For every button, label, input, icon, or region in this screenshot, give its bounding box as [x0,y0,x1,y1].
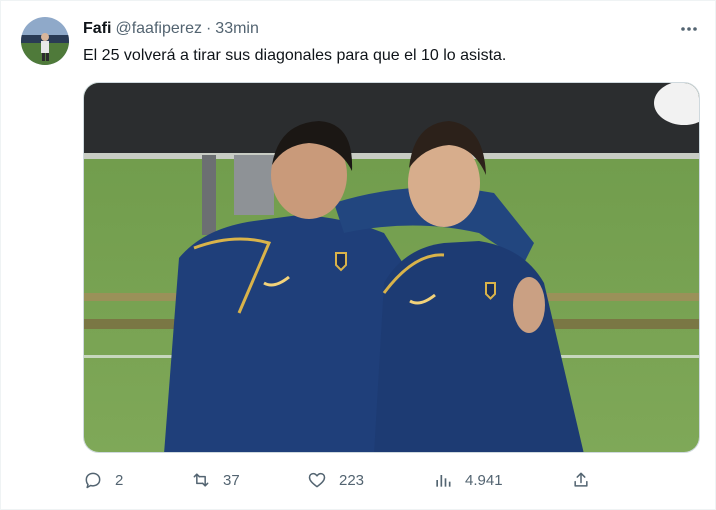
retweet-icon [193,473,209,487]
like-button[interactable]: 223 [307,467,364,493]
more-options-button[interactable] [675,18,703,40]
views-bar-chart-icon [436,475,451,487]
tweet-actions: 2 37 223 4.941 [83,467,603,493]
views-count: 4.941 [465,471,503,489]
views-button[interactable]: 4.941 [433,467,503,493]
tweet-text: El 25 volverá a tirar sus diagonales par… [83,47,507,64]
timestamp[interactable]: 33min [215,20,259,38]
more-horizontal-icon [681,27,697,31]
reply-icon [85,472,101,489]
share-icon [574,472,588,487]
author-name[interactable]: Fafi [83,20,111,38]
author-handle[interactable]: @faafiperez [115,20,202,38]
share-button[interactable] [571,467,591,493]
photo-two-players [84,83,699,452]
reply-count: 2 [115,471,124,489]
reply-button[interactable]: 2 [83,467,123,493]
retweet-button[interactable]: 37 [191,467,240,493]
heart-icon [308,472,326,488]
tweet-header: Fafi @faafiperez · 33min [83,18,259,40]
separator-dot: · [205,20,212,37]
like-count: 223 [339,471,365,489]
retweet-count: 37 [223,471,240,489]
avatar-image [21,17,69,65]
avatar[interactable] [21,17,69,65]
tweet-card[interactable]: Fafi @faafiperez · 33min El 25 volverá a… [0,0,716,510]
tweet-media-photo[interactable] [83,82,700,453]
